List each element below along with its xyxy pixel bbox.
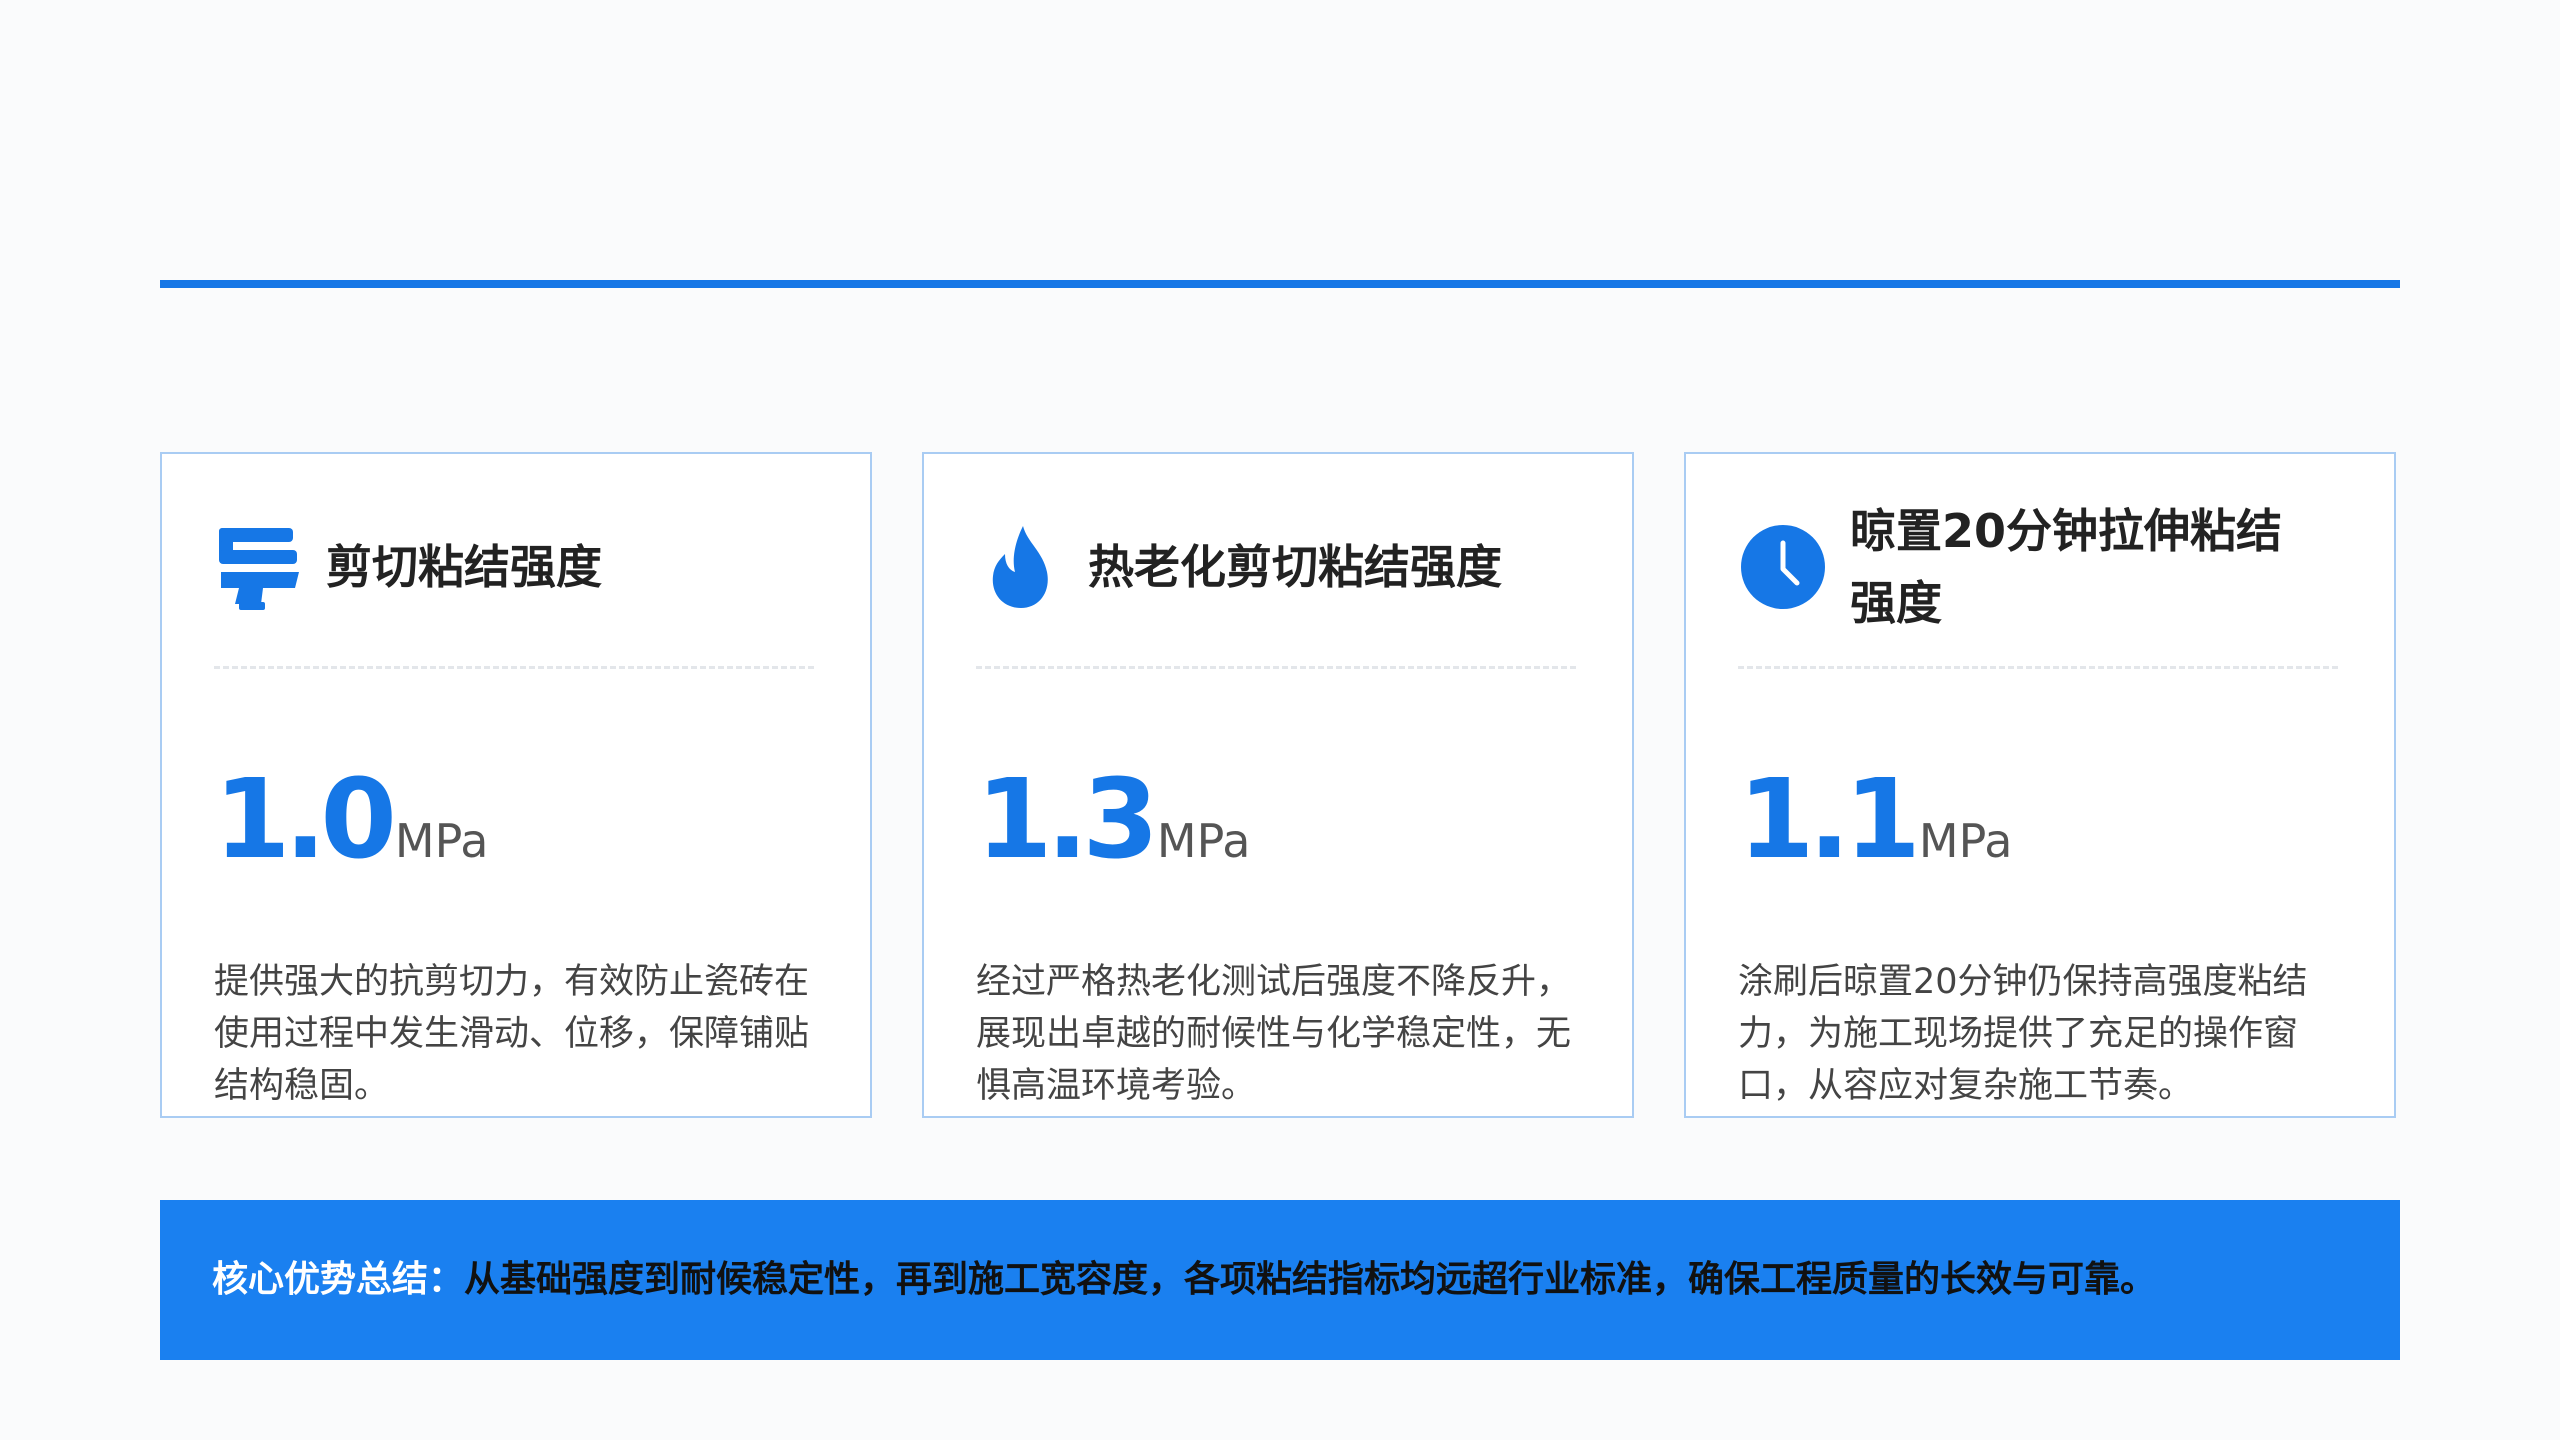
metric-card-open-time: 晾置20分钟拉伸粘结强度 1.1 MPa 涂刷后晾置20分钟仍保持高强度粘结力，…	[1684, 452, 2396, 1118]
card-description: 经过严格热老化测试后强度不降反升，展现出卓越的耐候性与化学稳定性，无惧高温环境考…	[976, 962, 1572, 1106]
metric-card-shear: 剪切粘结强度 1.0 MPa 提供强大的抗剪切力，有效防止瓷砖在使用过程中发生滑…	[160, 452, 872, 1118]
summary-banner: 核心优势总结：从基础强度到耐候稳定性，再到施工宽容度，各项粘结指标均远超行业标准…	[160, 1200, 2400, 1360]
summary-text: 核心优势总结：从基础强度到耐候稳定性，再到施工宽容度，各项粘结指标均远超行业标准…	[212, 1256, 2156, 1304]
summary-body: 从基础强度到耐候稳定性，再到施工宽容度，各项粘结指标均远超行业标准，确保工程质量…	[464, 1259, 2157, 1300]
value-number: 1.3	[976, 755, 1159, 883]
value-unit: MPa	[394, 814, 489, 868]
card-value: 1.3 MPa	[976, 754, 1250, 884]
metric-cards: 剪切粘结强度 1.0 MPa 提供强大的抗剪切力，有效防止瓷砖在使用过程中发生滑…	[160, 452, 2396, 1122]
card-title: 剪切粘结强度	[326, 540, 602, 594]
shear-tool-icon	[214, 522, 304, 612]
card-divider	[1738, 666, 2338, 669]
value-unit: MPa	[1156, 814, 1251, 868]
card-header: 晾置20分钟拉伸粘结强度	[1738, 494, 2354, 640]
card-title: 晾置20分钟拉伸粘结强度	[1850, 504, 2283, 630]
card-divider	[976, 666, 1576, 669]
value-number: 1.0	[214, 755, 397, 883]
header-rule	[160, 280, 2400, 288]
card-title: 热老化剪切粘结强度	[1088, 540, 1502, 594]
flame-icon	[976, 522, 1066, 612]
value-number: 1.1	[1738, 755, 1921, 883]
card-divider	[214, 666, 814, 669]
card-description: 提供强大的抗剪切力，有效防止瓷砖在使用过程中发生滑动、位移，保障铺贴结构稳固。	[214, 962, 810, 1106]
card-value: 1.1 MPa	[1738, 754, 2012, 884]
value-unit: MPa	[1918, 814, 2013, 868]
card-description: 涂刷后晾置20分钟仍保持高强度粘结力，为施工现场提供了充足的操作窗口，从容应对复…	[1738, 962, 2308, 1106]
summary-label: 核心优势总结：	[212, 1259, 465, 1300]
card-header: 热老化剪切粘结强度	[976, 494, 1592, 640]
card-header: 剪切粘结强度	[214, 494, 830, 640]
metric-card-heat-aging: 热老化剪切粘结强度 1.3 MPa 经过严格热老化测试后强度不降反升，展现出卓越…	[922, 452, 1634, 1118]
clock-icon	[1738, 522, 1828, 612]
card-value: 1.0 MPa	[214, 754, 488, 884]
